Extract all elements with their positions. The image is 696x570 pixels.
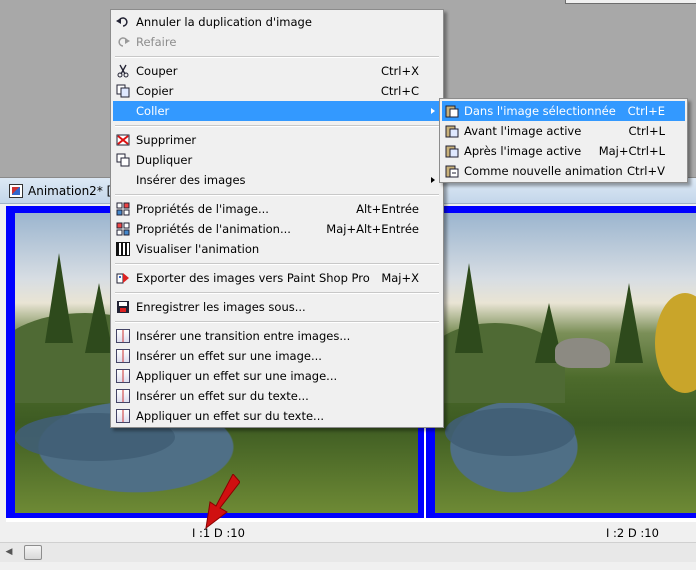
menu-item-duplicate[interactable]: Dupliquer: [113, 150, 441, 170]
copy-icon: [116, 84, 130, 98]
menu-separator: [113, 259, 441, 268]
redo-icon: [118, 37, 130, 47]
menu-item-insert-text-effect[interactable]: Insérer un effet sur du texte...: [113, 386, 441, 406]
menu-separator: [113, 317, 441, 326]
frame-labels-bar: I :1 D :10 I :2 D :10: [0, 522, 696, 542]
animation-document-icon[interactable]: [9, 184, 23, 198]
submenu-item-paste-before-active[interactable]: Avant l'image active Ctrl+L: [442, 121, 685, 141]
scissors-icon: [117, 64, 129, 78]
menu-item-delete[interactable]: Supprimer: [113, 130, 441, 150]
menu-separator: [113, 52, 441, 61]
delete-icon: [116, 134, 130, 146]
frame-2-image: [435, 213, 696, 513]
submenu-item-paste-after-active[interactable]: Après l'image active Maj+Ctrl+L: [442, 141, 685, 161]
paste-into-icon: [445, 105, 459, 118]
menu-item-image-properties[interactable]: Propriétés de l'image... Alt+Entrée: [113, 199, 441, 219]
apply-text-effect-icon: [116, 409, 130, 423]
submenu-item-paste-into-selected[interactable]: Dans l'image sélectionnée Ctrl+E: [442, 101, 685, 121]
undo-icon: [116, 17, 128, 27]
paste-new-icon: [445, 165, 459, 178]
animation-properties-icon: [116, 222, 130, 236]
menu-item-apply-image-effect[interactable]: Appliquer un effet sur une image...: [113, 366, 441, 386]
horizontal-scrollbar[interactable]: ◀: [0, 542, 696, 562]
menu-item-insert-image-effect[interactable]: Insérer un effet sur une image...: [113, 346, 441, 366]
scrollbar-thumb[interactable]: [24, 545, 42, 560]
menu-separator: [113, 121, 441, 130]
frame-2-label: I :2 D :10: [606, 526, 659, 540]
menu-item-view-animation[interactable]: Visualiser l'animation: [113, 239, 441, 259]
menu-separator: [113, 288, 441, 297]
submenu-item-paste-as-new-animation[interactable]: Comme nouvelle animation Ctrl+V: [442, 161, 685, 181]
submenu-arrow-icon: [431, 108, 435, 114]
export-icon: [116, 273, 129, 284]
duplicate-icon: [116, 153, 130, 167]
menu-item-cut[interactable]: Couper Ctrl+X: [113, 61, 441, 81]
menu-separator: [113, 190, 441, 199]
submenu-arrow-icon: [431, 177, 435, 183]
menu-item-save-frames-as[interactable]: Enregistrer les images sous...: [113, 297, 441, 317]
insert-text-effect-icon: [116, 389, 130, 403]
menu-item-copy[interactable]: Copier Ctrl+C: [113, 81, 441, 101]
menu-item-redo[interactable]: Refaire: [113, 32, 441, 52]
menu-item-export-to-psp[interactable]: Exporter des images vers Paint Shop Pro …: [113, 268, 441, 288]
red-arrow-annotation: [205, 474, 240, 530]
save-frames-icon: [117, 301, 129, 313]
paste-submenu: Dans l'image sélectionnée Ctrl+E Avant l…: [439, 98, 688, 183]
menu-item-insert-images[interactable]: Insérer des images: [113, 170, 441, 190]
menu-item-undo[interactable]: Annuler la duplication d'image: [113, 12, 441, 32]
menu-item-animation-properties[interactable]: Propriétés de l'animation... Maj+Alt+Ent…: [113, 219, 441, 239]
image-properties-icon: [116, 202, 130, 216]
transition-icon: [116, 329, 130, 343]
menu-item-paste[interactable]: Coller: [113, 101, 441, 121]
paste-after-icon: [445, 145, 459, 158]
film-icon: [116, 242, 130, 256]
paste-before-icon: [445, 125, 459, 138]
menu-item-apply-text-effect[interactable]: Appliquer un effet sur du texte...: [113, 406, 441, 426]
context-menu: Annuler la duplication d'image Refaire C…: [110, 9, 444, 428]
insert-effect-icon: [116, 349, 130, 363]
scroll-left-icon[interactable]: ◀: [0, 543, 18, 562]
menu-item-insert-transition[interactable]: Insérer une transition entre images...: [113, 326, 441, 346]
apply-effect-icon: [116, 369, 130, 383]
frame-2[interactable]: [426, 206, 696, 518]
animation-window-title: Animation2* [1: [28, 184, 119, 198]
